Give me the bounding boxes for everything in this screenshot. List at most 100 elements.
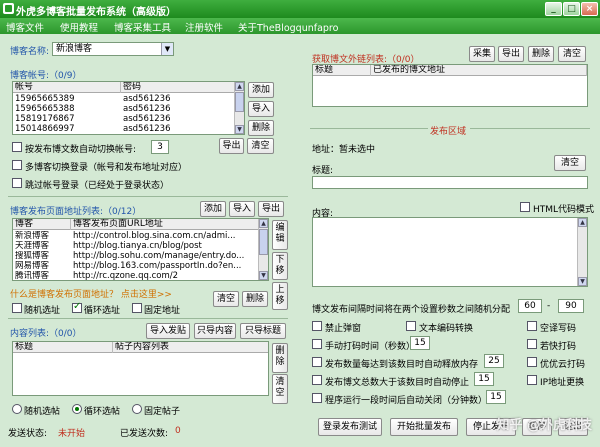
minimize-button[interactable]: _ [545, 2, 562, 16]
stop-input[interactable]: 15 [474, 372, 494, 386]
accounts-scrollbar[interactable]: ▲ ▼ [234, 82, 244, 134]
urls-scrollbar[interactable]: ▲ ▼ [258, 219, 268, 280]
url-move-down-button[interactable]: 下移 [272, 252, 288, 280]
auto-switch-count[interactable]: 3 [151, 140, 169, 154]
url-help-link[interactable]: 什么是博客发布页面地址？ 点击这里>> [10, 287, 172, 300]
content-delete-button[interactable]: 删除 [272, 343, 288, 373]
content-only-title-button[interactable]: 只导标题 [240, 323, 286, 339]
scroll-down-icon[interactable]: ▼ [578, 277, 587, 286]
restart-checkbox[interactable] [312, 393, 322, 403]
url-export-button[interactable]: 导出 [258, 201, 284, 217]
account-add-button[interactable]: 添加 [248, 82, 274, 98]
content-only-content-button[interactable]: 只导内容 [194, 323, 236, 339]
login-test-button[interactable]: 登录发布测试 [318, 418, 382, 436]
quick-code-checkbox[interactable] [527, 339, 537, 349]
restart-input[interactable]: 15 [486, 390, 506, 404]
scroll-down-icon[interactable]: ▼ [259, 271, 268, 280]
password-cell[interactable]: asd561236 [121, 104, 170, 114]
url-import-button[interactable]: 导入 [229, 201, 255, 217]
interval-min-input[interactable]: 60 [518, 299, 542, 313]
post-loop-label: 循环选帖 [84, 407, 121, 417]
skip-login-checkbox[interactable] [12, 178, 22, 188]
menu-collect-tool[interactable]: 博客采集工具 [114, 20, 171, 34]
url-address-cell[interactable]: http://blog.sohu.com/manage/entry.do... [71, 251, 259, 261]
url-blog-cell[interactable]: 网易博客 [13, 261, 49, 271]
url-loop-checkbox[interactable] [72, 301, 82, 313]
scroll-down-icon[interactable]: ▼ [235, 125, 244, 134]
menu-about[interactable]: 关于TheBlogqunfapro [238, 20, 338, 34]
account-import-button[interactable]: 导入 [248, 101, 274, 117]
pause-checkbox[interactable] [312, 357, 322, 367]
ip-change-checkbox[interactable] [527, 375, 537, 385]
url-address-cell[interactable]: http://blog.163.com/passportIn.do?en... [71, 261, 259, 271]
content-scrollbar[interactable]: ▲ ▼ [577, 218, 587, 286]
password-cell[interactable]: asd561236 [121, 114, 170, 124]
scroll-up-icon[interactable]: ▲ [578, 218, 587, 227]
url-blog-cell[interactable]: 搜狐博客 [13, 251, 49, 261]
links-export-button[interactable]: 导出 [498, 46, 524, 62]
account-export-button[interactable]: 导出 [219, 138, 244, 154]
url-blog-cell[interactable]: 腾讯博客 [13, 271, 49, 280]
no-popup-checkbox[interactable] [312, 321, 322, 331]
password-cell[interactable]: asd561236 [121, 124, 170, 134]
content-clear-button[interactable]: 清空 [272, 374, 288, 404]
menu-tutorial[interactable]: 使用教程 [60, 20, 98, 34]
publish-title-input[interactable] [312, 176, 588, 189]
chevron-down-icon[interactable]: ▼ [161, 43, 173, 55]
encode-checkbox[interactable] [406, 321, 416, 331]
youyou-code-checkbox[interactable] [527, 357, 537, 367]
post-loop-radio[interactable] [72, 404, 82, 414]
auto-switch-checkbox[interactable] [12, 142, 22, 152]
scroll-thumb[interactable] [259, 229, 268, 255]
start-publish-button[interactable]: 开始批量发布 [390, 418, 458, 436]
links-collect-button[interactable]: 采集 [469, 46, 495, 62]
post-fixed-radio[interactable] [132, 404, 142, 414]
pause-input[interactable]: 25 [484, 354, 504, 368]
publish-clear-button[interactable]: 清空 [554, 155, 586, 171]
interval-max-input[interactable]: 90 [558, 299, 584, 313]
links-table[interactable]: 标题 已发布的博文地址 [312, 64, 588, 107]
content-import-button[interactable]: 导入发贴 [146, 323, 190, 339]
url-delete-button[interactable]: 删除 [242, 291, 268, 307]
account-clear-button[interactable]: 清空 [247, 138, 274, 154]
maximize-button[interactable]: □ [563, 2, 580, 16]
url-random-checkbox[interactable] [12, 303, 22, 313]
url-edit-button[interactable]: 编辑 [272, 220, 288, 250]
manual-code-input[interactable]: 15 [410, 336, 430, 350]
title-bar: 外虎多博客批量发布系统（高级版） _ □ × [0, 0, 600, 18]
scroll-thumb[interactable] [235, 92, 244, 112]
close-button[interactable]: × [581, 2, 598, 16]
stop-checkbox[interactable] [312, 375, 322, 385]
urls-table[interactable]: 博客 博客发布页面URL地址 新浪博客 http://control.blog.… [12, 218, 269, 281]
menu-register[interactable]: 注册软件 [185, 20, 223, 34]
url-fixed-checkbox[interactable] [132, 303, 142, 313]
multi-login-checkbox[interactable] [12, 160, 22, 170]
publish-content-textarea[interactable]: ▲ ▼ [312, 217, 588, 287]
post-random-radio[interactable] [12, 404, 22, 414]
account-delete-button[interactable]: 删除 [248, 120, 274, 136]
password-cell[interactable]: asd561236 [121, 94, 170, 104]
url-blog-cell[interactable]: 新浪博客 [13, 231, 49, 241]
links-clear-button[interactable]: 清空 [558, 46, 586, 62]
url-move-up-button[interactable]: 上移 [272, 282, 288, 310]
space-code-checkbox[interactable] [527, 321, 537, 331]
manual-code-checkbox[interactable] [312, 339, 322, 349]
menu-file[interactable]: 博客文件 [6, 20, 44, 34]
account-cell[interactable]: 15965665388 [13, 104, 75, 114]
url-add-button[interactable]: 添加 [200, 201, 226, 217]
blog-name-select[interactable]: 新浪博客 ▼ [52, 42, 174, 56]
scroll-up-icon[interactable]: ▲ [259, 219, 268, 228]
account-cell[interactable]: 15014866997 [13, 124, 75, 134]
account-cell[interactable]: 15965665389 [13, 94, 75, 104]
links-delete-button[interactable]: 删除 [528, 46, 554, 62]
url-address-cell[interactable]: http://blog.tianya.cn/blog/post [71, 241, 259, 251]
url-address-cell[interactable]: http://control.blog.sina.com.cn/admi... [71, 231, 259, 241]
url-clear-button[interactable]: 清空 [213, 291, 239, 307]
scroll-up-icon[interactable]: ▲ [235, 82, 244, 91]
account-cell[interactable]: 15819176867 [13, 114, 75, 124]
html-mode-checkbox[interactable] [520, 202, 530, 212]
content-table[interactable]: 标题 帖子内容列表 [12, 341, 269, 396]
url-address-cell[interactable]: http://rc.qzone.qq.com/2 [71, 271, 259, 280]
url-blog-cell[interactable]: 天涯博客 [13, 241, 49, 251]
accounts-table[interactable]: 帐号 密码 15965665389 asd561236 15965665388 … [12, 81, 245, 135]
